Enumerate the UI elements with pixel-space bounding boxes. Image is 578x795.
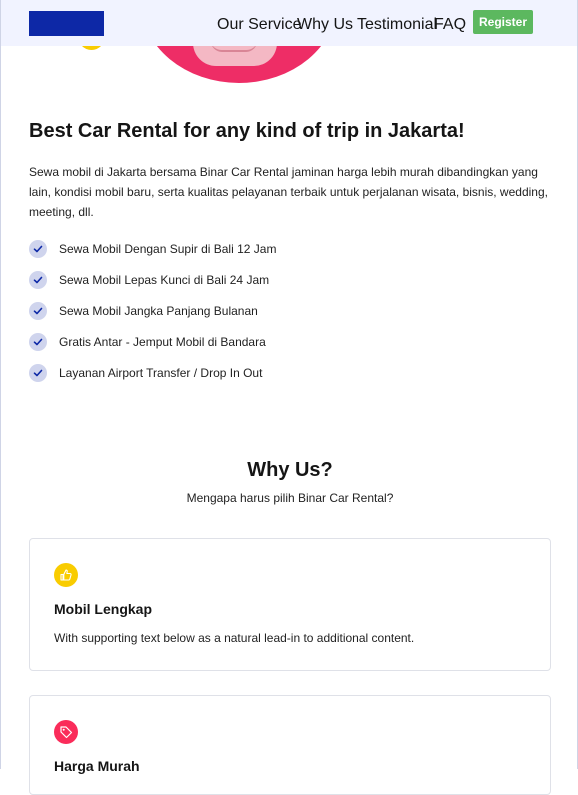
page-title: Best Car Rental for any kind of trip in … <box>29 120 465 142</box>
nav-testimonial[interactable]: Testimonial <box>357 16 437 34</box>
feature-text: Layanan Airport Transfer / Drop In Out <box>59 365 263 380</box>
nav-our-service[interactable]: Our Service <box>217 16 301 34</box>
card-text: With supporting text below as a natural … <box>54 631 415 645</box>
feature-list: Sewa Mobil Dengan Supir di Bali 12 Jam S… <box>29 233 276 388</box>
feature-card: Harga Murah <box>29 695 551 795</box>
section-title: Why Us? <box>247 459 333 481</box>
list-item: Sewa Mobil Jangka Panjang Bulanan <box>29 295 276 326</box>
list-item: Sewa Mobil Lepas Kunci di Bali 24 Jam <box>29 264 276 295</box>
check-icon <box>29 239 47 258</box>
check-icon <box>29 270 47 289</box>
feature-text: Sewa Mobil Jangka Panjang Bulanan <box>59 303 258 318</box>
nav-faq[interactable]: FAQ <box>434 16 466 34</box>
navbar: Our Service Why Us Testimonial FAQ Regis… <box>1 0 577 46</box>
card-title: Mobil Lengkap <box>54 601 152 617</box>
feature-text: Sewa Mobil Dengan Supir di Bali 12 Jam <box>59 241 277 256</box>
feature-text: Sewa Mobil Lepas Kunci di Bali 24 Jam <box>59 272 270 287</box>
tag-icon <box>54 720 78 744</box>
card-title: Harga Murah <box>54 758 140 774</box>
feature-text: Gratis Antar - Jemput Mobil di Bandara <box>59 334 266 349</box>
check-icon <box>29 332 47 351</box>
check-icon <box>29 301 47 320</box>
brand-logo[interactable] <box>29 11 104 36</box>
nav-why-us[interactable]: Why Us <box>297 16 353 34</box>
feature-card: Mobil Lengkap With supporting text below… <box>29 538 551 671</box>
list-item: Gratis Antar - Jemput Mobil di Bandara <box>29 326 276 357</box>
hero-description: Sewa mobil di Jakarta bersama Binar Car … <box>29 165 548 219</box>
list-item: Layanan Airport Transfer / Drop In Out <box>29 357 276 388</box>
section-subtitle: Mengapa harus pilih Binar Car Rental? <box>186 491 394 505</box>
register-button[interactable]: Register <box>473 10 533 34</box>
check-icon <box>29 363 47 382</box>
thumbs-up-icon <box>54 563 78 587</box>
list-item: Sewa Mobil Dengan Supir di Bali 12 Jam <box>29 233 276 264</box>
